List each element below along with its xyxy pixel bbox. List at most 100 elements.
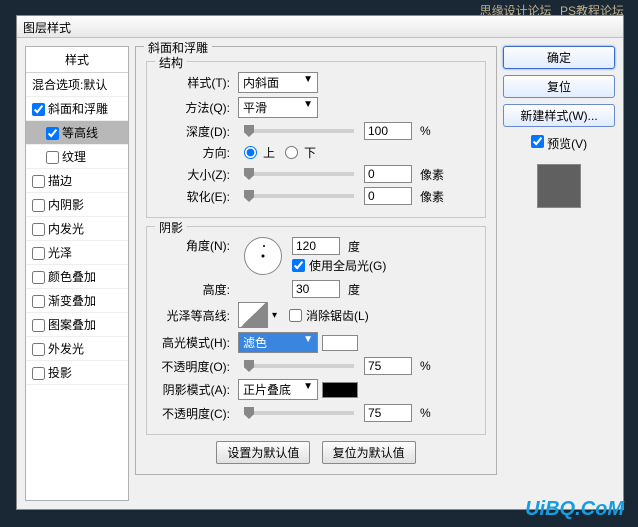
- angle-label: 角度(N):: [155, 237, 230, 254]
- antialias-checkbox[interactable]: [289, 309, 302, 322]
- texture-checkbox[interactable]: [46, 151, 59, 164]
- shadow-opacity-label: 不透明度(C):: [155, 405, 230, 422]
- innershadow-label: 内阴影: [48, 198, 84, 212]
- gloss-contour-picker[interactable]: [238, 302, 268, 328]
- coloroverlay-label: 颜色叠加: [48, 270, 96, 284]
- layer-style-dialog: 图层样式 样式 混合选项:默认 斜面和浮雕 等高线 纹理 描边 内阴影 内发光 …: [16, 15, 624, 510]
- satin-label: 光泽: [48, 246, 72, 260]
- angle-dial[interactable]: [244, 237, 282, 275]
- stroke-label: 描边: [48, 174, 72, 188]
- size-slider[interactable]: [244, 172, 354, 176]
- sidebar-item-coloroverlay[interactable]: 颜色叠加: [26, 265, 128, 289]
- global-light-checkbox[interactable]: [292, 259, 305, 272]
- depth-unit: %: [420, 124, 431, 138]
- depth-slider[interactable]: [244, 129, 354, 133]
- highlight-mode-select[interactable]: 滤色▼: [238, 332, 318, 353]
- highlight-color-swatch[interactable]: [322, 335, 358, 351]
- depth-input[interactable]: [364, 122, 412, 140]
- technique-label: 方法(Q):: [155, 99, 230, 116]
- style-label: 样式(T):: [155, 74, 230, 91]
- shadow-opacity-slider[interactable]: [244, 411, 354, 415]
- outerglow-label: 外发光: [48, 342, 84, 356]
- shadow-color-swatch[interactable]: [322, 382, 358, 398]
- preview-checkbox[interactable]: [531, 135, 544, 148]
- sidebar-item-dropshadow[interactable]: 投影: [26, 361, 128, 385]
- set-default-button[interactable]: 设置为默认值: [216, 441, 310, 464]
- sidebar-header: 样式: [26, 47, 128, 73]
- shadow-opacity-unit: %: [420, 406, 431, 420]
- chevron-down-icon: ▼: [303, 381, 313, 398]
- contour-checkbox[interactable]: [46, 127, 59, 140]
- size-unit: 像素: [420, 166, 444, 183]
- sidebar-item-contour[interactable]: 等高线: [26, 121, 128, 145]
- cancel-button[interactable]: 复位: [503, 75, 615, 98]
- coloroverlay-checkbox[interactable]: [32, 271, 45, 284]
- structure-title: 结构: [155, 54, 187, 71]
- sidebar-item-innershadow[interactable]: 内阴影: [26, 193, 128, 217]
- depth-label: 深度(D):: [155, 123, 230, 140]
- highlight-mode-label: 高光模式(H):: [155, 334, 230, 351]
- shadow-opacity-input[interactable]: [364, 404, 412, 422]
- sidebar-item-innerglow[interactable]: 内发光: [26, 217, 128, 241]
- chevron-down-icon: ▼: [303, 99, 313, 116]
- angle-unit: 度: [348, 238, 360, 255]
- soften-label: 软化(E):: [155, 188, 230, 205]
- shadow-mode-select[interactable]: 正片叠底▼: [238, 379, 318, 400]
- direction-label: 方向:: [155, 144, 230, 161]
- reset-default-button[interactable]: 复位为默认值: [322, 441, 416, 464]
- sidebar-item-stroke[interactable]: 描边: [26, 169, 128, 193]
- preview-label: 预览(V): [547, 137, 587, 151]
- size-label: 大小(Z):: [155, 166, 230, 183]
- shading-subgroup: 阴影 角度(N): 度 使用全局光(G): [146, 226, 486, 435]
- soften-unit: 像素: [420, 188, 444, 205]
- shading-title: 阴影: [155, 219, 187, 236]
- antialias-label: 消除锯齿(L): [306, 307, 369, 324]
- direction-up-label: 上: [263, 144, 275, 161]
- innershadow-checkbox[interactable]: [32, 199, 45, 212]
- texture-label: 纹理: [62, 150, 86, 164]
- ok-button[interactable]: 确定: [503, 46, 615, 69]
- direction-down-radio[interactable]: [285, 146, 298, 159]
- innerglow-label: 内发光: [48, 222, 84, 236]
- style-sidebar: 样式 混合选项:默认 斜面和浮雕 等高线 纹理 描边 内阴影 内发光 光泽 颜色…: [25, 46, 129, 501]
- satin-checkbox[interactable]: [32, 247, 45, 260]
- chevron-down-icon[interactable]: ▾: [272, 310, 277, 321]
- dialog-title: 图层样式: [17, 16, 623, 38]
- altitude-label: 高度:: [155, 281, 230, 298]
- dropshadow-label: 投影: [48, 366, 72, 380]
- altitude-input[interactable]: [292, 280, 340, 298]
- sidebar-item-patternoverlay[interactable]: 图案叠加: [26, 313, 128, 337]
- global-light-label: 使用全局光(G): [309, 257, 386, 274]
- sidebar-item-outerglow[interactable]: 外发光: [26, 337, 128, 361]
- highlight-opacity-input[interactable]: [364, 357, 412, 375]
- style-select[interactable]: 内斜面▼: [238, 72, 318, 93]
- highlight-opacity-label: 不透明度(O):: [155, 358, 230, 375]
- soften-input[interactable]: [364, 187, 412, 205]
- dropshadow-checkbox[interactable]: [32, 367, 45, 380]
- gradientoverlay-checkbox[interactable]: [32, 295, 45, 308]
- bevel-checkbox[interactable]: [32, 103, 45, 116]
- angle-input[interactable]: [292, 237, 340, 255]
- outerglow-checkbox[interactable]: [32, 343, 45, 356]
- soften-slider[interactable]: [244, 194, 354, 198]
- highlight-opacity-slider[interactable]: [244, 364, 354, 368]
- sidebar-item-bevel[interactable]: 斜面和浮雕: [26, 97, 128, 121]
- preview-swatch: [537, 164, 581, 208]
- patternoverlay-checkbox[interactable]: [32, 319, 45, 332]
- structure-subgroup: 结构 样式(T): 内斜面▼ 方法(Q): 平滑▼ 深度(D): %: [146, 61, 486, 218]
- size-input[interactable]: [364, 165, 412, 183]
- sidebar-item-gradientoverlay[interactable]: 渐变叠加: [26, 289, 128, 313]
- sidebar-blend-options[interactable]: 混合选项:默认: [26, 73, 128, 97]
- innerglow-checkbox[interactable]: [32, 223, 45, 236]
- new-style-button[interactable]: 新建样式(W)...: [503, 104, 615, 127]
- technique-select[interactable]: 平滑▼: [238, 97, 318, 118]
- direction-down-label: 下: [304, 144, 316, 161]
- stroke-checkbox[interactable]: [32, 175, 45, 188]
- gradientoverlay-label: 渐变叠加: [48, 294, 96, 308]
- bevel-label: 斜面和浮雕: [48, 102, 108, 116]
- highlight-opacity-unit: %: [420, 359, 431, 373]
- sidebar-item-satin[interactable]: 光泽: [26, 241, 128, 265]
- shadow-mode-label: 阴影模式(A):: [155, 381, 230, 398]
- direction-up-radio[interactable]: [244, 146, 257, 159]
- sidebar-item-texture[interactable]: 纹理: [26, 145, 128, 169]
